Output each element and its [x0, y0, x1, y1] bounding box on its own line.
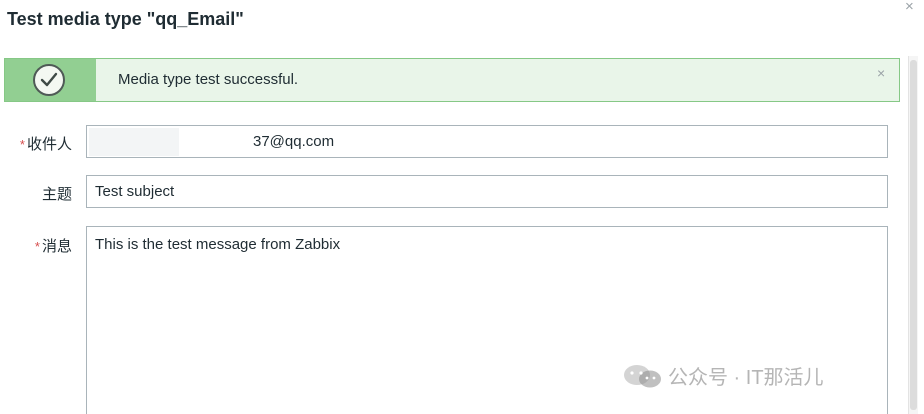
recipient-label: * 收件人 [6, 133, 72, 154]
message-label: * 消息 [6, 235, 72, 256]
required-marker: * [19, 137, 25, 152]
watermark: 公众号 · IT那活儿 [622, 361, 824, 390]
message-label-text: 消息 [41, 238, 72, 255]
dialog-close-icon[interactable]: × [905, 0, 914, 14]
dialog-title: Test media type "qq_Email" [7, 9, 244, 29]
required-marker: * [34, 239, 40, 254]
redacted-region [89, 128, 179, 156]
success-message-box: Media type test successful. × [4, 58, 900, 102]
test-media-type-dialog: Test media type "qq_Email" × Media type … [0, 0, 924, 414]
vertical-scrollbar[interactable] [908, 56, 918, 414]
message-icon-area [5, 59, 96, 101]
subject-label: 主题 [41, 186, 72, 203]
check-circle-icon [33, 64, 65, 96]
watermark-text: 公众号 · IT那活儿 [668, 367, 824, 389]
subject-input[interactable] [86, 175, 888, 208]
message-text: Media type test successful. [118, 71, 299, 88]
scrollbar-thumb[interactable] [910, 60, 917, 410]
recipient-label-text: 收件人 [26, 136, 72, 153]
recipient-input[interactable] [86, 125, 888, 158]
message-close-icon[interactable]: × [877, 65, 885, 81]
wechat-icon [624, 364, 661, 387]
